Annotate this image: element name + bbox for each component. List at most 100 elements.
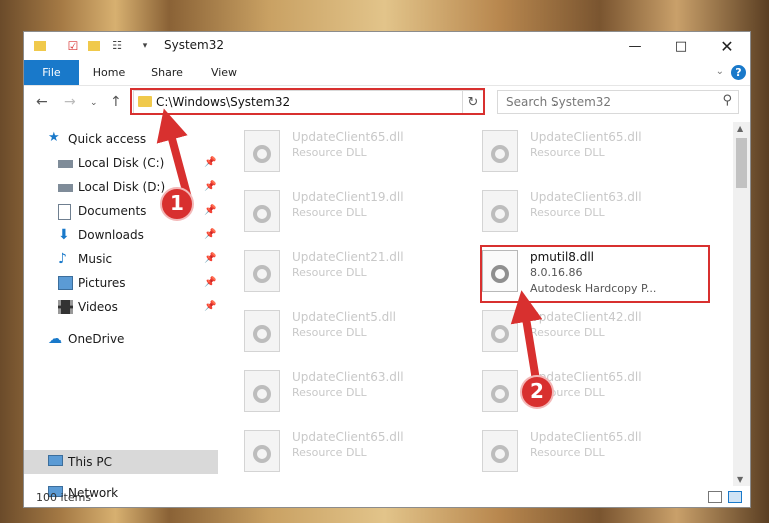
dll-file-icon bbox=[482, 370, 518, 412]
pin-icon[interactable]: 📌 bbox=[204, 157, 216, 168]
file-item[interactable]: UpdateClient63.dll Resource DLL bbox=[224, 368, 444, 416]
star-icon: ★ bbox=[48, 130, 60, 145]
file-item[interactable]: UpdateClient42.dll Resource DLL bbox=[462, 308, 682, 356]
file-item[interactable]: UpdateClient65.dll Resource DLL bbox=[462, 128, 682, 176]
address-highlight-box bbox=[130, 88, 485, 115]
tab-share[interactable]: Share bbox=[147, 60, 187, 85]
sidebar-item-label: This PC bbox=[68, 455, 112, 469]
item-count: 100 items bbox=[36, 491, 92, 504]
new-folder-icon[interactable] bbox=[88, 39, 102, 53]
file-item[interactable]: UpdateClient19.dll Resource DLL bbox=[224, 188, 444, 236]
file-item[interactable]: UpdateClient65.dll Resource DLL bbox=[224, 428, 444, 476]
sidebar-item-label: Downloads bbox=[78, 228, 144, 242]
sidebar-item-label: Local Disk (C:) bbox=[78, 156, 165, 170]
forward-icon[interactable]: → bbox=[64, 94, 76, 110]
file-item[interactable]: UpdateClient65.dll Resource DLL bbox=[462, 428, 682, 476]
file-type: Resource DLL bbox=[292, 206, 367, 219]
maximize-button[interactable]: □ bbox=[658, 32, 704, 60]
file-name: UpdateClient5.dll bbox=[292, 310, 396, 324]
step-1-badge: 1 bbox=[160, 187, 194, 221]
pin-icon[interactable]: 📌 bbox=[204, 229, 216, 240]
file-item[interactable]: UpdateClient21.dll Resource DLL bbox=[224, 248, 444, 296]
file-type: Resource DLL bbox=[530, 206, 605, 219]
details-view-icon[interactable] bbox=[708, 491, 722, 503]
help-icon[interactable]: ? bbox=[731, 65, 746, 80]
status-bar: 100 items bbox=[24, 488, 750, 507]
sidebar-item-label: OneDrive bbox=[68, 332, 125, 346]
drive-icon bbox=[58, 184, 73, 192]
file-item[interactable]: UpdateClient65.dll Resource DLL bbox=[224, 128, 444, 176]
file-item[interactable]: UpdateClient63.dll Resource DLL bbox=[462, 188, 682, 236]
properties-icon[interactable]: ☑ bbox=[66, 39, 80, 53]
large-icons-view-icon[interactable] bbox=[728, 491, 742, 503]
computer-icon bbox=[48, 455, 63, 466]
dll-file-icon bbox=[244, 250, 280, 292]
expand-ribbon-icon[interactable]: ⌄ bbox=[716, 66, 724, 77]
up-icon[interactable]: ↑ bbox=[110, 94, 122, 110]
sidebar-item-label: Pictures bbox=[78, 276, 126, 290]
dll-file-icon bbox=[244, 430, 280, 472]
vertical-scrollbar[interactable]: ▲ ▼ bbox=[733, 122, 750, 486]
file-type: Resource DLL bbox=[530, 146, 605, 159]
sidebar-item-label: Local Disk (D:) bbox=[78, 180, 166, 194]
folder-icon bbox=[34, 39, 48, 53]
file-type: Resource DLL bbox=[292, 146, 367, 159]
drive-icon bbox=[58, 160, 73, 168]
music-icon: ♪ bbox=[58, 251, 67, 267]
explorer-window: ☑ ☷ ▾ System32 — □ ✕ File Home Share Vie… bbox=[23, 31, 751, 508]
file-type: Resource DLL bbox=[292, 386, 367, 399]
dll-file-icon bbox=[244, 130, 280, 172]
file-name: UpdateClient63.dll bbox=[530, 190, 642, 204]
dll-file-icon bbox=[482, 190, 518, 232]
pin-icon[interactable]: 📌 bbox=[204, 181, 216, 192]
sidebar-item-label: Music bbox=[78, 252, 113, 266]
title-bar: ☑ ☷ ▾ System32 — □ ✕ bbox=[24, 32, 750, 60]
file-name: UpdateClient63.dll bbox=[292, 370, 404, 384]
pin-icon[interactable]: 📌 bbox=[204, 277, 216, 288]
recent-locations-icon[interactable]: ⌄ bbox=[90, 98, 98, 108]
ribbon: File Home Share View ⌄ ? bbox=[24, 60, 750, 86]
file-item[interactable]: UpdateClient5.dll Resource DLL bbox=[224, 308, 444, 356]
file-type: Resource DLL bbox=[292, 446, 367, 459]
scroll-down-icon[interactable]: ▼ bbox=[737, 475, 743, 484]
videos-icon bbox=[58, 300, 73, 314]
file-name: UpdateClient42.dll bbox=[530, 310, 642, 324]
cloud-icon: ☁ bbox=[48, 331, 62, 347]
tab-view[interactable]: View bbox=[204, 60, 244, 85]
file-name: UpdateClient19.dll bbox=[292, 190, 404, 204]
file-type: Resource DLL bbox=[530, 446, 605, 459]
scrollbar-thumb[interactable] bbox=[736, 138, 747, 188]
tab-file[interactable]: File bbox=[24, 60, 79, 85]
minimize-button[interactable]: — bbox=[612, 32, 658, 60]
dll-file-icon bbox=[482, 310, 518, 352]
pin-icon[interactable]: 📌 bbox=[204, 301, 216, 312]
pin-icon[interactable]: 📌 bbox=[204, 253, 216, 264]
quick-access-dropdown-icon[interactable]: ▾ bbox=[138, 39, 152, 53]
close-button[interactable]: ✕ bbox=[704, 32, 750, 60]
pictures-icon bbox=[58, 276, 73, 290]
back-icon[interactable]: ← bbox=[36, 94, 48, 110]
file-type: Resource DLL bbox=[292, 266, 367, 279]
dll-file-icon bbox=[244, 190, 280, 232]
search-placeholder: Search System32 bbox=[506, 95, 612, 109]
download-icon: ⬇ bbox=[58, 227, 70, 243]
scroll-up-icon[interactable]: ▲ bbox=[737, 124, 743, 133]
tab-home[interactable]: Home bbox=[89, 60, 129, 85]
search-input[interactable]: Search System32 ⚲ bbox=[497, 90, 739, 114]
file-item[interactable]: UpdateClient65.dll Resource DLL bbox=[462, 368, 682, 416]
dll-file-icon bbox=[244, 310, 280, 352]
file-name: UpdateClient65.dll bbox=[530, 130, 642, 144]
pin-icon[interactable]: 📌 bbox=[204, 205, 216, 216]
file-highlight-box bbox=[480, 245, 710, 303]
step-2-badge: 2 bbox=[520, 375, 554, 409]
dll-file-icon bbox=[482, 130, 518, 172]
search-icon[interactable]: ⚲ bbox=[722, 93, 732, 108]
dll-file-icon bbox=[244, 370, 280, 412]
navigation-pane: ★ Quick access Local Disk (C:) Local Dis… bbox=[24, 122, 218, 500]
file-name: UpdateClient65.dll bbox=[292, 130, 404, 144]
navigation-bar: ← → ⌄ ↑ C:\Windows\System32 ⌄ ↻ Search S… bbox=[24, 86, 750, 118]
customize-icon[interactable]: ☷ bbox=[110, 39, 124, 53]
file-type: Resource DLL bbox=[292, 326, 367, 339]
dll-file-icon bbox=[482, 430, 518, 472]
sidebar-item-label: Documents bbox=[78, 204, 147, 218]
